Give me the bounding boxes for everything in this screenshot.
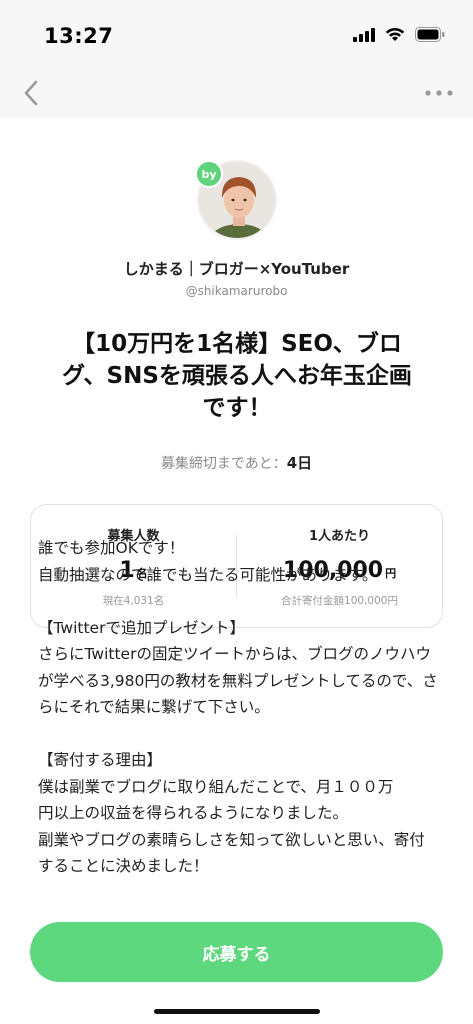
nav-bar <box>0 70 473 118</box>
status-bar: 13:27 <box>0 0 473 70</box>
deadline: 募集締切まであと：4日 <box>0 452 473 473</box>
author-name[interactable]: しかまる｜ブロガー×YouTuber <box>0 258 473 279</box>
back-button[interactable] <box>14 76 48 110</box>
status-time: 13:27 <box>44 24 114 48</box>
back-chevron-icon <box>24 80 38 106</box>
battery-icon <box>415 27 445 42</box>
campaign-description: 誰でも参加OKです！ 自動抽選なので誰でも当たる可能性があります。 【Twitt… <box>38 539 438 875</box>
by-badge: by <box>195 160 223 188</box>
author-handle: @shikamarurobo <box>185 284 288 298</box>
more-dots-icon <box>425 90 453 96</box>
deadline-label: 募集締切まであと： <box>160 456 287 472</box>
deadline-value: 4日 <box>286 454 313 472</box>
page-title: 【10万円を1名様】SEO、ブログ、SNSを頑張る人へお年玉企画です！ <box>62 331 412 421</box>
home-indicator <box>154 1009 320 1014</box>
signal-icon <box>353 27 375 42</box>
more-button[interactable] <box>419 76 459 110</box>
author-avatar-wrap[interactable]: by <box>195 160 277 240</box>
apply-button[interactable]: 応募する <box>30 922 443 982</box>
wifi-icon <box>385 27 405 41</box>
status-icons <box>353 27 445 42</box>
